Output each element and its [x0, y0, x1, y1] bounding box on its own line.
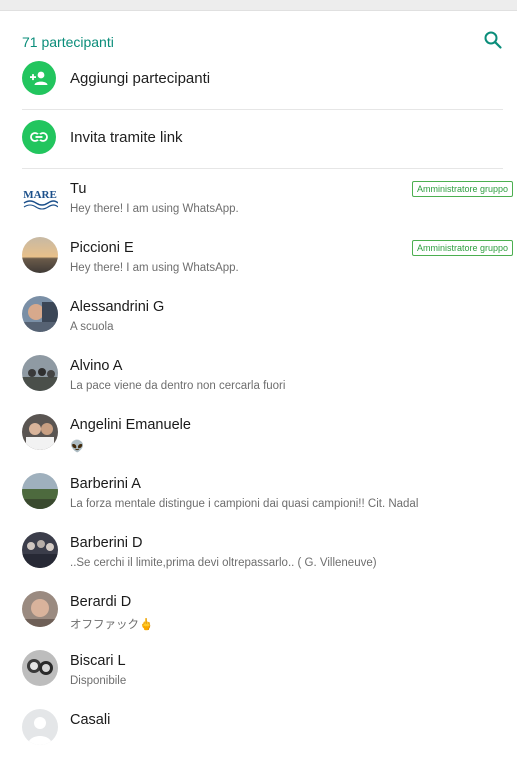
svg-text:MARE: MARE	[23, 189, 57, 201]
participant-status: ..Se cerchi il limite,prima devi oltrepa…	[70, 557, 377, 569]
participant-status: オフファック🖕	[70, 619, 154, 631]
participant-row[interactable]: Barberini D ..Se cerchi il limite,prima …	[0, 523, 517, 582]
add-participants-label: Aggiungi partecipanti	[70, 70, 211, 87]
participant-name: Angelini Emanuele	[70, 417, 191, 433]
sunset-photo-avatar	[22, 237, 58, 273]
add-participants-button[interactable]: Aggiungi partecipanti	[0, 51, 517, 110]
participant-name: Barberini D	[70, 535, 143, 551]
bw-photo-avatar	[22, 650, 58, 686]
participants-count: 71 partecipanti	[22, 34, 114, 50]
participant-name: Berardi D	[70, 594, 132, 610]
mare-logo-avatar: MARE	[22, 178, 58, 214]
participant-status: 👽	[70, 441, 85, 453]
participant-name: Alessandrini G	[70, 299, 165, 315]
add-person-icon	[22, 61, 56, 95]
participant-name: Barberini A	[70, 476, 141, 492]
participant-row[interactable]: MARE Tu Hey there! I am using WhatsApp. …	[0, 169, 517, 228]
participant-name: Piccioni E	[70, 240, 134, 256]
participant-row[interactable]: Alessandrini G A scuola	[0, 287, 517, 346]
top-strip	[0, 0, 517, 11]
portrait-photo-avatar	[22, 591, 58, 627]
landscape-photo-avatar	[22, 473, 58, 509]
participant-status: A scuola	[70, 321, 114, 333]
search-icon[interactable]	[483, 30, 503, 50]
people-photo-avatar	[22, 414, 58, 450]
participant-status: La forza mentale distingue i campioni da…	[70, 498, 419, 510]
admin-badge: Amministratore gruppo	[411, 181, 513, 197]
participant-status: Hey there! I am using WhatsApp.	[70, 203, 239, 215]
participant-row[interactable]: Casali	[0, 700, 517, 759]
participant-row[interactable]: Berardi D オフファック🖕	[0, 582, 517, 641]
participant-status: La pace viene da dentro non cercarla fuo…	[70, 380, 286, 392]
person-photo-avatar	[22, 296, 58, 332]
group-photo-avatar	[22, 355, 58, 391]
invite-link-button[interactable]: Invita tramite link	[0, 110, 517, 169]
admin-badge: Amministratore gruppo	[411, 240, 513, 256]
participants-header: 71 partecipanti	[0, 11, 517, 51]
link-icon	[22, 120, 56, 154]
participant-row[interactable]: Barberini A La forza mentale distingue i…	[0, 464, 517, 523]
participant-row[interactable]: Angelini Emanuele 👽	[0, 405, 517, 464]
participant-row[interactable]: Piccioni E Hey there! I am using WhatsAp…	[0, 228, 517, 287]
participant-status: Disponibile	[70, 675, 127, 687]
participant-status: Hey there! I am using WhatsApp.	[70, 262, 239, 274]
participant-name: Biscari L	[70, 653, 126, 669]
invite-link-label: Invita tramite link	[70, 129, 183, 146]
participant-row[interactable]: Biscari L Disponibile	[0, 641, 517, 700]
participant-row[interactable]: Alvino A La pace viene da dentro non cer…	[0, 346, 517, 405]
participant-name: Alvino A	[70, 358, 123, 374]
participant-name: Casali	[70, 712, 111, 728]
crowd-photo-avatar	[22, 532, 58, 568]
participant-name: Tu	[70, 181, 87, 197]
